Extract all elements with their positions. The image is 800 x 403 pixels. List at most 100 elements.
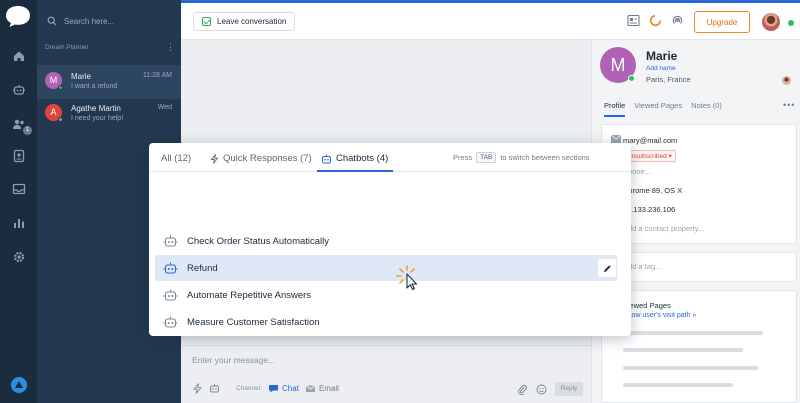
loading-status-icon[interactable]	[649, 14, 662, 27]
chat-channel-option[interactable]: Chat	[268, 383, 299, 394]
tab-profile[interactable]: Profile	[604, 101, 626, 117]
pencil-icon	[603, 264, 611, 272]
chatbot-label: Check Order Status Automatically	[187, 235, 330, 247]
tab-all-label: All (12)	[161, 153, 192, 164]
chatbot-item-satisfaction[interactable]: Measure Customer Satisfaction	[155, 309, 617, 335]
tab-chatbots-label: Chatbots (4)	[336, 153, 389, 164]
contact-name: Marie	[71, 72, 92, 81]
message-time: 11:28 AM	[142, 72, 172, 79]
popup-tabs: All (12) Quick Responses (7) Chatbots (4…	[149, 143, 631, 172]
lightning-icon[interactable]	[192, 383, 203, 394]
add-name-link[interactable]: Add name	[646, 65, 676, 72]
chat-icon	[269, 385, 279, 393]
chatbot-label: Measure Customer Satisfaction	[187, 316, 320, 328]
contact-name: Agathe Martin	[71, 104, 121, 113]
add-contact-property[interactable]: Add a contact property...	[623, 224, 704, 233]
app-logo-icon[interactable]	[10, 376, 28, 394]
leave-conversation-label: Leave conversation	[217, 17, 287, 26]
email-icon	[305, 385, 316, 392]
contacts-icon[interactable]	[11, 148, 27, 164]
page-placeholder	[623, 331, 763, 335]
responses-popup: All (12) Quick Responses (7) Chatbots (4…	[149, 143, 631, 336]
message-preview: I need your help!	[71, 115, 124, 122]
message-input[interactable]: Enter your message...	[192, 355, 275, 365]
profile-tabs: Profile Viewed Pages Notes (0)	[604, 101, 722, 117]
hint-prefix: Press	[453, 153, 473, 162]
email-channel-label: Email	[318, 384, 339, 393]
leave-conversation-button[interactable]: Leave conversation	[193, 12, 296, 31]
emoji-icon[interactable]	[536, 384, 547, 395]
user-avatar[interactable]	[762, 13, 780, 31]
bot-icon	[163, 289, 178, 301]
subscription-label: Unsubscribed	[627, 153, 667, 160]
chat-channel-label: Chat	[282, 384, 299, 393]
browser-info: Chrome 89, OS X	[623, 186, 683, 195]
tab-key: TAB	[476, 152, 497, 163]
chatbot-label: Refund	[187, 262, 218, 274]
attachment-icon[interactable]	[517, 384, 528, 395]
message-time: Wed	[157, 104, 172, 111]
chat-bubble-logo-icon[interactable]	[3, 3, 33, 29]
upgrade-button[interactable]: Upgrade	[694, 11, 750, 33]
page-placeholder	[623, 366, 758, 370]
settings-icon[interactable]	[11, 249, 27, 265]
bot-icon	[163, 316, 178, 328]
conversation-item-agathe[interactable]: A Agathe Martin Wed I need your help!	[37, 97, 181, 131]
inbox-icon[interactable]	[11, 181, 27, 197]
chatbot-item-check-order[interactable]: Check Order Status Automatically	[155, 228, 617, 254]
composer-toolbar: Channel: Chat Email	[192, 383, 339, 394]
lightning-icon	[210, 153, 219, 164]
visitors-badge: 1	[23, 126, 32, 135]
analytics-icon[interactable]	[11, 215, 27, 231]
bot-icon	[163, 235, 178, 247]
online-status-dot	[628, 75, 635, 82]
contact-email[interactable]: mary@mail.com	[623, 136, 677, 145]
tab-quick-responses-label: Quick Responses (7)	[223, 153, 312, 164]
hint-suffix: to switch between sections	[500, 153, 590, 162]
reply-button[interactable]: Reply	[555, 382, 583, 396]
contact-name: Marie	[646, 49, 678, 63]
online-status-dot	[58, 85, 63, 90]
chatbot-label: Automate Repetitive Answers	[187, 289, 312, 301]
contact-location: Paris, France	[646, 75, 691, 84]
email-channel-option[interactable]: Email	[305, 383, 339, 394]
message-preview: I want a refund	[71, 83, 118, 90]
tab-viewed-pages[interactable]: Viewed Pages	[634, 101, 682, 117]
channel-label: Channel:	[236, 385, 263, 392]
more-options-icon[interactable]: •••	[783, 100, 795, 110]
message-composer: Enter your message... Channel: Chat Emai…	[181, 345, 591, 403]
broadcast-icon[interactable]	[671, 14, 684, 27]
page-placeholder	[623, 348, 743, 352]
chatbot-item-automate[interactable]: Automate Repetitive Answers	[155, 282, 617, 308]
section-header: Dream Planner ⋮	[45, 43, 175, 52]
tab-quick-responses[interactable]: Quick Responses (7)	[210, 153, 312, 164]
bot-icon[interactable]	[209, 383, 220, 394]
tab-all[interactable]: All (12)	[161, 153, 191, 164]
assigned-agent-avatar[interactable]	[782, 76, 791, 85]
bot-icon	[322, 154, 331, 163]
tab-chatbots[interactable]: Chatbots (4)	[321, 153, 388, 164]
bot-icon	[163, 262, 178, 274]
edit-chatbot-button[interactable]	[598, 259, 616, 277]
top-bar: Leave conversation Upgrade	[181, 0, 800, 40]
home-icon[interactable]	[11, 48, 27, 64]
chatbot-item-refund[interactable]: Refund	[155, 255, 617, 281]
tab-hint: Press TAB to switch between sections	[453, 152, 590, 163]
online-status-dot	[788, 20, 794, 26]
search-input[interactable]: Search here...	[47, 12, 175, 30]
active-tab-indicator	[317, 170, 393, 172]
search-placeholder: Search here...	[64, 16, 115, 26]
offline-status-dot	[58, 117, 63, 122]
bot-icon[interactable]	[11, 82, 27, 98]
page-placeholder	[623, 383, 733, 387]
left-rail: 1	[0, 0, 37, 403]
more-vertical-icon[interactable]: ⋮	[166, 43, 175, 52]
tab-notes[interactable]: Notes (0)	[691, 101, 722, 117]
visit-path-link[interactable]: Show user's visit path »	[623, 312, 696, 319]
contact-card-icon[interactable]	[627, 14, 640, 27]
search-icon	[47, 16, 57, 26]
section-title: Dream Planner	[45, 44, 89, 51]
checkbox-icon	[202, 17, 211, 26]
click-cursor-icon	[396, 265, 418, 290]
conversation-item-marie[interactable]: M Marie 11:28 AM I want a refund	[37, 65, 181, 99]
